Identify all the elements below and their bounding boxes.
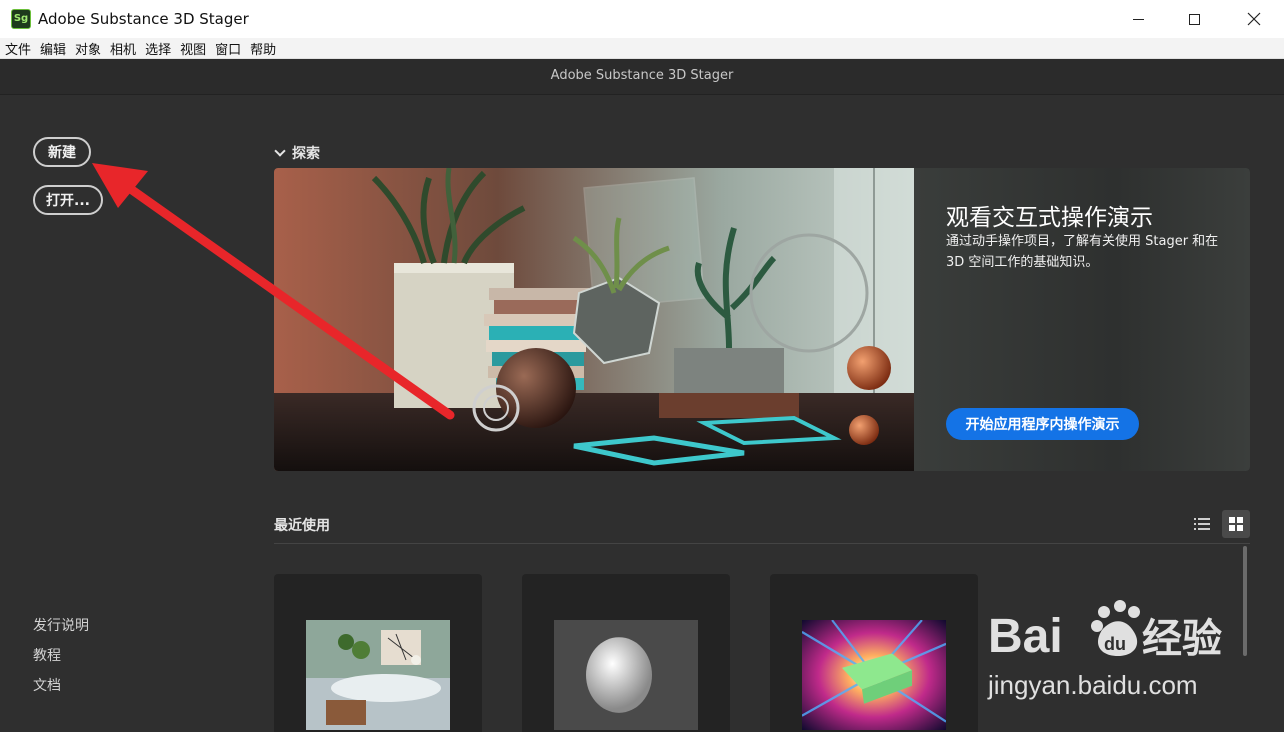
watermark-brand-suffix: du <box>1104 634 1126 654</box>
close-icon <box>1247 12 1261 26</box>
docs-link[interactable]: 文档 <box>33 675 61 695</box>
start-tour-button[interactable]: 开始应用程序内操作演示 <box>946 408 1139 440</box>
maximize-icon <box>1188 13 1200 25</box>
menu-view[interactable]: 视图 <box>180 39 206 58</box>
close-button[interactable] <box>1228 0 1280 38</box>
menu-select[interactable]: 选择 <box>145 39 171 58</box>
watermark-brand: Bai <box>988 610 1063 663</box>
explore-section-label: 探索 <box>292 146 320 162</box>
project-thumbnail <box>554 620 698 730</box>
chevron-down-icon <box>274 145 286 157</box>
new-button[interactable]: 新建 <box>33 137 91 167</box>
open-button[interactable]: 打开... <box>33 185 103 215</box>
project-thumbnail <box>802 620 946 730</box>
grid-view-icon <box>1229 517 1243 531</box>
tutorials-link[interactable]: 教程 <box>33 645 61 665</box>
menu-object[interactable]: 对象 <box>75 39 101 58</box>
watermark-url: jingyan.baidu.com <box>987 670 1198 700</box>
baidu-watermark: Bai du 经验 jingyan.baidu.com <box>987 600 1222 700</box>
list-view-button[interactable] <box>1188 510 1216 538</box>
menu-bar: 文件 编辑 对象 相机 选择 视图 窗口 帮助 <box>0 38 1284 59</box>
minimize-icon <box>1132 18 1144 20</box>
recent-project-card[interactable] <box>274 574 482 732</box>
banner-scene-image <box>274 168 914 471</box>
banner-description: 通过动手操作项目，了解有关使用 Stager 和在 3D 空间工作的基础知识。 <box>946 234 1219 270</box>
window-titlebar: Sg Adobe Substance 3D Stager <box>0 0 1284 38</box>
release-notes-link[interactable]: 发行说明 <box>33 615 89 635</box>
stager-app-icon: Sg <box>11 9 31 29</box>
menu-file[interactable]: 文件 <box>5 39 31 58</box>
minimize-button[interactable] <box>1112 0 1164 38</box>
window-title: Adobe Substance 3D Stager <box>38 10 249 28</box>
recent-project-card[interactable] <box>770 574 978 732</box>
grid-view-button[interactable] <box>1222 510 1250 538</box>
project-thumbnail <box>306 620 450 730</box>
menu-camera[interactable]: 相机 <box>110 39 136 58</box>
banner-title: 观看交互式操作演示 <box>946 205 1153 231</box>
maximize-button[interactable] <box>1168 0 1220 38</box>
menu-edit[interactable]: 编辑 <box>40 39 66 58</box>
menu-window[interactable]: 窗口 <box>215 39 241 58</box>
app-header: Adobe Substance 3D Stager <box>0 59 1284 95</box>
list-view-icon <box>1194 518 1210 530</box>
recent-divider <box>274 543 1250 544</box>
recent-section-label: 最近使用 <box>274 518 330 534</box>
explore-section-toggle[interactable]: 探索 <box>274 143 320 163</box>
watermark-cn-text: 经验 <box>1142 617 1222 661</box>
app-header-title: Adobe Substance 3D Stager <box>550 68 734 83</box>
recent-project-card[interactable] <box>522 574 730 732</box>
menu-help[interactable]: 帮助 <box>250 39 276 58</box>
recent-scrollbar[interactable] <box>1243 546 1247 656</box>
